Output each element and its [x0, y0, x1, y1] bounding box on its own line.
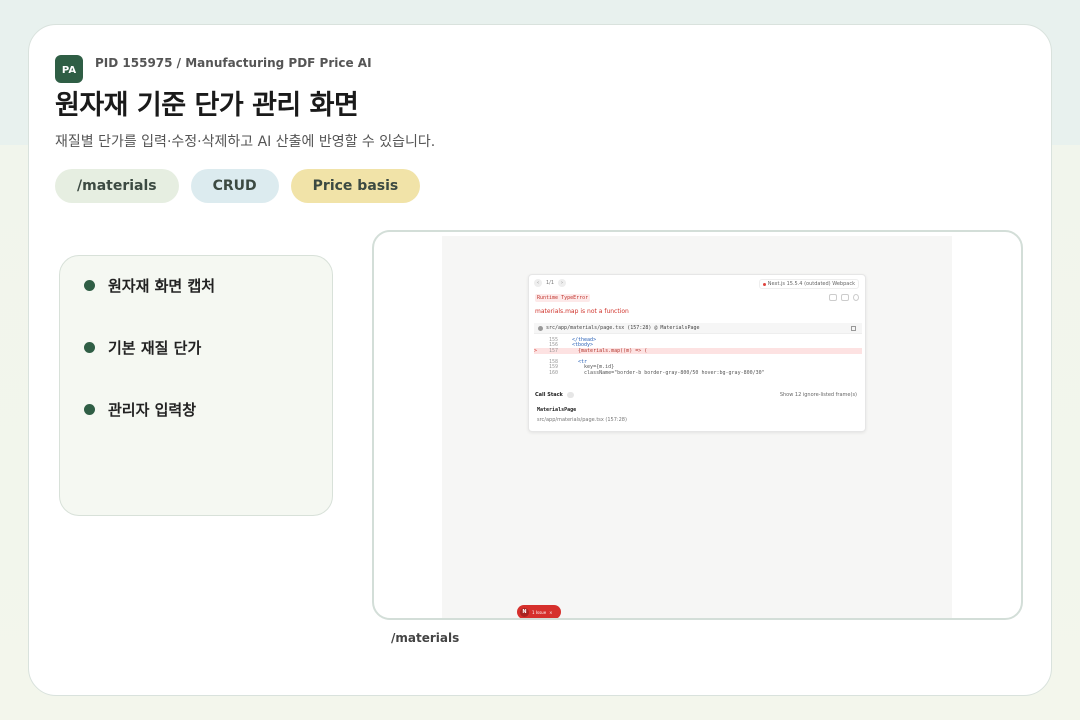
docs-icon[interactable] [841, 294, 849, 301]
feature-item: 원자재 화면 캡처 [84, 275, 215, 296]
error-message: materials.map is not a function [535, 308, 629, 315]
copy-icon[interactable] [829, 294, 837, 301]
call-stack-count [566, 391, 574, 398]
issues-button[interactable]: N 1 Issue × [517, 605, 561, 618]
stack-frame-path: src/app/materials/page.tsx (157:28) [537, 417, 627, 423]
screenshot-frame: ‹ 1/1 › Next.js 15.5.4 (outdated) Webpac… [372, 230, 1023, 620]
bullet-dot-icon [84, 404, 95, 415]
bullet-dot-icon [84, 280, 95, 291]
close-icon[interactable]: × [549, 610, 552, 615]
page-subtitle: 재질별 단가를 입력·수정·삭제하고 AI 산출에 반영할 수 있습니다. [55, 134, 436, 150]
next-logo-icon: N [520, 607, 529, 617]
file-icon [538, 325, 543, 331]
feature-label: 기본 재질 단가 [108, 339, 202, 357]
external-link-icon[interactable] [851, 326, 856, 331]
version-text: Next.js 15.5.4 (outdated) Webpack [767, 281, 855, 287]
chevron-left-icon[interactable]: ‹ [534, 279, 542, 287]
feature-item: 기본 재질 단가 [84, 337, 201, 358]
tag-crud: CRUD [190, 169, 279, 203]
main-card: PA PID 155975 / Manufacturing PDF Price … [28, 24, 1052, 696]
screenshot-caption: /materials [391, 631, 460, 645]
project-id: PID 155975 / Manufacturing PDF Price AI [95, 56, 372, 70]
code-line: 160 className="border-b border-gray-800/… [548, 369, 765, 376]
screenshot-page: ‹ 1/1 › Next.js 15.5.4 (outdated) Webpac… [442, 236, 952, 618]
source-file-path: src/app/materials/page.tsx (157:28) @ Ma… [546, 325, 700, 331]
feature-panel: 원자재 화면 캡처 기본 재질 단가 관리자 입력창 [59, 255, 333, 516]
feature-item: 관리자 입력창 [84, 399, 196, 420]
feature-label: 관리자 입력창 [108, 401, 197, 419]
chevron-right-icon[interactable]: › [558, 279, 567, 287]
code-frame: 155 </thead> 156 <tbody> > 157 {material… [534, 337, 862, 376]
status-dot-icon [762, 282, 766, 286]
settings-icon[interactable] [853, 294, 859, 301]
bullet-dot-icon [84, 342, 95, 353]
source-file-bar: src/app/materials/page.tsx (157:28) @ Ma… [534, 323, 862, 334]
app-logo: PA [55, 55, 83, 83]
error-pager: ‹ 1/1 › [534, 279, 567, 287]
error-actions [829, 294, 859, 301]
tag-list: /materials CRUD Price basis [55, 169, 421, 203]
tag-price-basis: Price basis [290, 169, 421, 203]
pager-count: 1/1 [546, 280, 555, 286]
tag-materials: /materials [55, 169, 179, 203]
issues-label: 1 Issue [532, 609, 547, 615]
stack-frame-name[interactable]: MaterialsPage [537, 407, 576, 413]
show-ignored-frames-toggle[interactable]: Show 12 ignore-listed frame(s) [780, 392, 857, 398]
page-title: 원자재 기준 단가 관리 화면 [55, 90, 359, 121]
version-badge: Next.js 15.5.4 (outdated) Webpack [758, 279, 859, 289]
feature-label: 원자재 화면 캡처 [108, 277, 216, 295]
error-overlay: ‹ 1/1 › Next.js 15.5.4 (outdated) Webpac… [528, 274, 866, 432]
call-stack-heading: Call Stack [535, 391, 574, 398]
error-type-badge: Runtime TypeError [535, 294, 591, 302]
